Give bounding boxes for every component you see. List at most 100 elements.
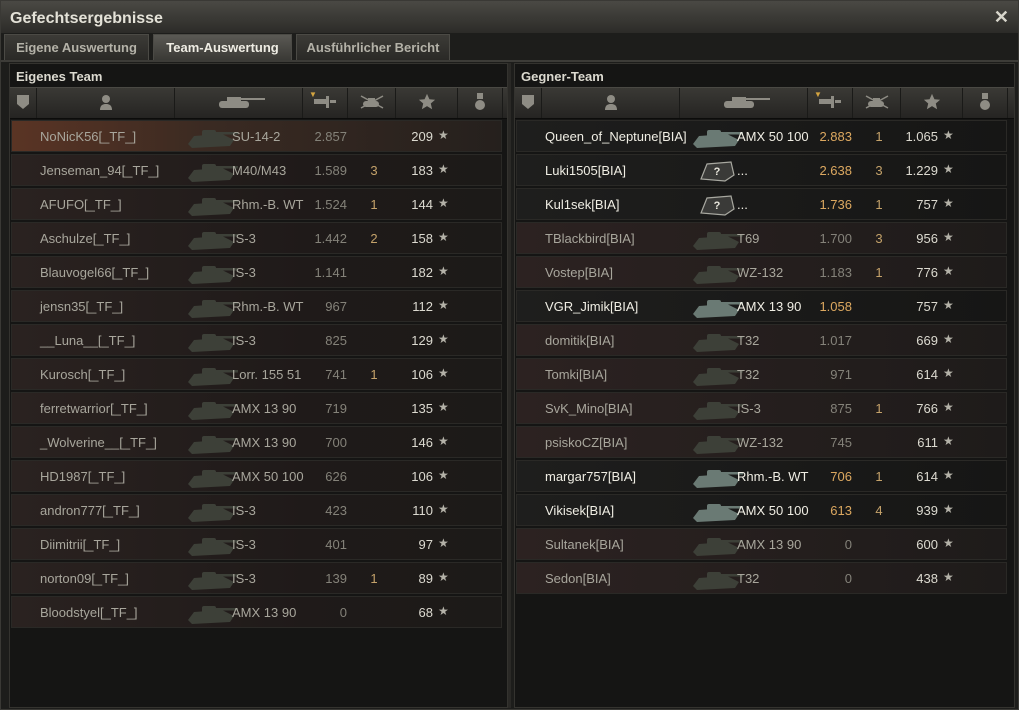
- vehicle-name: IS-3: [232, 333, 256, 348]
- column-header-platoon[interactable]: [515, 88, 542, 118]
- player-name: Kul1sek[BIA]: [545, 197, 620, 212]
- player-name: margar757[BIA]: [545, 469, 637, 484]
- player-row[interactable]: _Wolverine__[_TF_] AMX 13 90 700 146 ★: [11, 426, 502, 458]
- player-row[interactable]: Bloodstyel[_TF_] AMX 13 90 0 68 ★: [11, 596, 502, 628]
- star-icon: ★: [438, 264, 449, 278]
- vehicle-name: T32: [737, 571, 760, 586]
- xp-value: 144: [411, 197, 433, 212]
- column-header-tank[interactable]: [680, 88, 808, 118]
- column-header-platoon[interactable]: [10, 88, 37, 118]
- player-row[interactable]: Luki1505[BIA]?... 2.638 3 1.229 ★: [516, 154, 1007, 186]
- column-header-kills[interactable]: [853, 88, 901, 118]
- player-name: AFUFO[_TF_]: [40, 197, 122, 212]
- vehicle-name: AMX 50 100: [232, 469, 304, 484]
- player-row[interactable]: AFUFO[_TF_] Rhm.-B. WT 1.524 1 144 ★: [11, 188, 502, 220]
- kills-value: 1: [370, 367, 378, 382]
- sort-indicator-icon: ▼: [309, 90, 317, 99]
- kills-value: 3: [370, 163, 378, 178]
- player-row[interactable]: psiskoCZ[BIA] WZ-132 745 611 ★: [516, 426, 1007, 458]
- xp-value: 182: [411, 265, 433, 280]
- player-row[interactable]: NoNicK56[_TF_] SU-14-2 2.857 209 ★: [11, 120, 502, 152]
- xp-value: 135: [411, 401, 433, 416]
- player-row[interactable]: margar757[BIA] Rhm.-B. WT 706 1 614 ★: [516, 460, 1007, 492]
- player-name: jensn35[_TF_]: [40, 299, 124, 314]
- star-icon: ★: [438, 128, 449, 142]
- player-row[interactable]: VGR_Jimik[BIA] AMX 13 90 1.058 757 ★: [516, 290, 1007, 322]
- player-row[interactable]: Vikisek[BIA] AMX 50 100 613 4 939 ★: [516, 494, 1007, 526]
- vehicle-name: AMX 13 90: [232, 401, 297, 416]
- star-icon: ★: [943, 434, 954, 448]
- tank-icon: [716, 95, 772, 112]
- column-header-medal[interactable]: [963, 88, 1008, 118]
- player-row[interactable]: Aschulze[_TF_] IS-3 1.442 2 158 ★: [11, 222, 502, 254]
- column-header-medal[interactable]: [458, 88, 503, 118]
- damage-value: 2.857: [314, 129, 347, 144]
- player-row[interactable]: SvK_Mino[BIA] IS-3 875 1 766 ★: [516, 392, 1007, 424]
- platoon-icon: [16, 94, 30, 113]
- damage-icon: [314, 95, 336, 112]
- vehicle-name: IS-3: [737, 401, 761, 416]
- player-row[interactable]: Sultanek[BIA] AMX 13 90 0 600 ★: [516, 528, 1007, 560]
- column-header-damage[interactable]: ▼: [303, 88, 348, 118]
- medal-icon: [979, 92, 991, 114]
- damage-value: 2.883: [819, 129, 852, 144]
- player-name: Vikisek[BIA]: [545, 503, 615, 518]
- damage-value: 0: [339, 605, 347, 620]
- star-icon: ★: [438, 502, 449, 516]
- unknown-vehicle-icon: ?: [697, 193, 737, 217]
- kills-value: 1: [875, 265, 883, 280]
- player-name: NoNicK56[_TF_]: [40, 129, 137, 144]
- player-row[interactable]: Jenseman_94[_TF_] M40/M43 1.589 3 183 ★: [11, 154, 502, 186]
- player-row[interactable]: norton09[_TF_] IS-3 139 1 89 ★: [11, 562, 502, 594]
- column-header-player[interactable]: [37, 88, 175, 118]
- tab-underline: [1, 60, 1018, 62]
- damage-value: 1.017: [819, 333, 852, 348]
- kills-value: 1: [370, 571, 378, 586]
- player-row[interactable]: __Luna__[_TF_] IS-3 825 129 ★: [11, 324, 502, 356]
- damage-value: 706: [830, 469, 852, 484]
- vehicle-name: Rhm.-B. WT: [232, 197, 304, 212]
- kills-value: 1: [875, 129, 883, 144]
- player-row[interactable]: Kurosch[_TF_] Lorr. 155 51 741 1 106 ★: [11, 358, 502, 390]
- vehicle-name: T69: [737, 231, 760, 246]
- player-row[interactable]: Tomki[BIA] T32 971 614 ★: [516, 358, 1007, 390]
- star-icon: ★: [943, 162, 954, 176]
- close-icon[interactable]: ✕: [994, 7, 1009, 28]
- column-header-damage[interactable]: ▼: [808, 88, 853, 118]
- vehicle-name: AMX 13 90: [737, 299, 802, 314]
- player-name: andron777[_TF_]: [40, 503, 140, 518]
- player-row[interactable]: Kul1sek[BIA]?... 1.736 1 757 ★: [516, 188, 1007, 220]
- kills-value: 4: [875, 503, 883, 518]
- player-row[interactable]: Sedon[BIA] T32 0 438 ★: [516, 562, 1007, 594]
- vehicle-name: AMX 50 100: [737, 503, 809, 518]
- xp-value: 97: [418, 537, 433, 552]
- player-row[interactable]: ferretwarrior[_TF_] AMX 13 90 719 135 ★: [11, 392, 502, 424]
- player-name: Bloodstyel[_TF_]: [40, 605, 138, 620]
- player-row[interactable]: Blauvogel66[_TF_] IS-3 1.141 182 ★: [11, 256, 502, 288]
- player-row[interactable]: andron777[_TF_] IS-3 423 110 ★: [11, 494, 502, 526]
- xp-value: 614: [916, 367, 938, 382]
- player-row[interactable]: TBlackbird[BIA] T69 1.700 3 956 ★: [516, 222, 1007, 254]
- tab-detailed-report[interactable]: Ausführlicher Bericht: [296, 34, 450, 60]
- column-header-kills[interactable]: [348, 88, 396, 118]
- damage-value: 0: [844, 537, 852, 552]
- player-row[interactable]: Diimitrii[_TF_] IS-3 401 97 ★: [11, 528, 502, 560]
- column-header-player[interactable]: [542, 88, 680, 118]
- player-name: VGR_Jimik[BIA]: [545, 299, 639, 314]
- player-row[interactable]: Vostep[BIA] WZ-132 1.183 1 776 ★: [516, 256, 1007, 288]
- column-header-xp-star[interactable]: [901, 88, 963, 118]
- tab-own-evaluation[interactable]: Eigene Auswertung: [4, 34, 149, 60]
- player-row[interactable]: HD1987[_TF_] AMX 50 100 626 106 ★: [11, 460, 502, 492]
- player-row[interactable]: Queen_of_Neptune[BIA] AMX 50 100 2.883 1 1.0…: [516, 120, 1007, 152]
- vehicle-name: IS-3: [232, 231, 256, 246]
- column-header-tank[interactable]: [175, 88, 303, 118]
- column-header-xp-star[interactable]: [396, 88, 458, 118]
- player-row[interactable]: domitik[BIA] T32 1.017 669 ★: [516, 324, 1007, 356]
- xp-value: 183: [411, 163, 433, 178]
- kills-value: 3: [875, 231, 883, 246]
- player-row[interactable]: jensn35[_TF_] Rhm.-B. WT 967 112 ★: [11, 290, 502, 322]
- damage-value: 700: [325, 435, 347, 450]
- vehicle-name: AMX 13 90: [737, 537, 802, 552]
- tab-team-evaluation[interactable]: Team-Auswertung: [153, 34, 292, 60]
- enemy-team-header: ▼: [515, 87, 1014, 119]
